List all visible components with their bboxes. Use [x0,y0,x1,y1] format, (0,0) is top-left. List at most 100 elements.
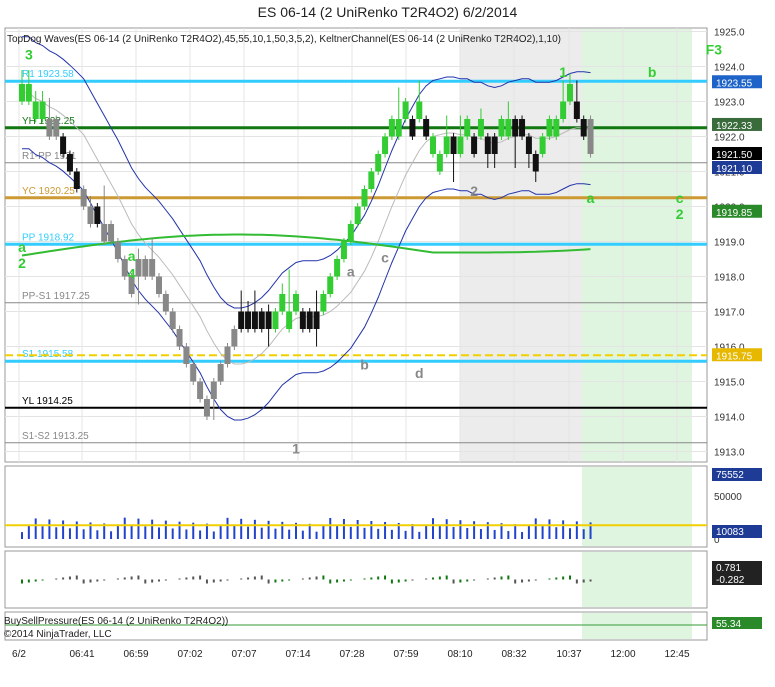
price-bar [443,136,450,154]
price-bar [217,364,224,382]
price-bar [368,171,375,189]
price-bar [19,84,25,102]
price-bar [53,119,60,137]
pressure-tag-label: 0.781 [716,563,741,574]
wave-label: a [128,248,136,264]
wave-label: c [676,190,684,206]
wave-label: 1 [292,440,300,456]
price-tag-label: 1922.33 [716,121,753,132]
price-bar [169,311,176,329]
price-bar [162,294,169,312]
price-bar [176,329,183,347]
price-bar [156,276,162,294]
y-tick-label: 1924.0 [714,63,745,74]
price-bar [39,101,46,119]
price-bar [457,136,464,154]
x-tick-label: 07:14 [285,649,310,660]
price-bar [395,119,402,137]
volume-tick-label: 50000 [714,492,742,503]
y-tick-label: 1918.0 [714,273,745,284]
price-bar [567,84,573,102]
bsp-shade [582,613,692,639]
price-bar [354,206,361,224]
wave-label: b [648,64,657,80]
x-tick-label: 6/2 [12,649,26,660]
level-label: R1 1923.58 [22,69,74,80]
price-tag-label: 1921.50 [716,150,753,161]
x-tick-label: 06:41 [69,649,94,660]
wave-label: 2 [676,206,684,222]
price-bar [498,119,505,137]
price-bar [464,119,471,137]
price-bar [361,189,368,207]
y-tick-label: 1915.0 [714,378,745,389]
price-bar [320,294,327,312]
price-bar [491,136,498,154]
wave-label: c [381,250,389,266]
price-bar [402,101,409,119]
chart-svg: 1913.01914.01915.01916.01917.01918.01919… [4,27,762,660]
price-bar [340,241,347,259]
y-tick-label: 1913.0 [714,448,745,459]
price-bar [258,311,265,329]
price-bar [477,119,484,137]
x-tick-label: 12:00 [610,649,635,660]
price-bar [94,206,101,224]
x-tick-label: 08:32 [501,649,526,660]
price-bar [580,119,587,137]
x-tick-label: 07:07 [231,649,256,660]
price-bar [560,101,567,119]
price-bar [375,154,382,172]
y-tick-label: 1923.0 [714,98,745,109]
bsp-tag-label: 55.34 [716,619,741,630]
price-bar [245,311,252,329]
price-bar [142,259,149,277]
x-tick-label: 07:02 [177,649,202,660]
price-bar [327,276,334,294]
y-tick-label: 1922.0 [714,133,745,144]
price-tag-label: 1915.75 [716,351,753,362]
price-bar [450,136,457,154]
x-tick-label: 07:28 [339,649,364,660]
y-tick-label: 1914.0 [714,413,745,424]
price-bar [114,241,121,259]
level-label: PP 1918.92 [22,232,75,243]
price-bar [334,259,341,277]
price-tag-label: 1919.85 [716,208,753,219]
price-bar [238,311,245,329]
price-bar [101,224,108,242]
wave-label: 3 [25,47,33,63]
price-bar [484,136,491,154]
price-bar [135,259,142,277]
level-label: S1-S2 1913.25 [22,431,89,442]
price-bar [149,259,156,277]
level-label: PP-S1 1917.25 [22,291,90,302]
level-label: YC 1920.25 [22,186,75,197]
price-bar [73,171,80,189]
price-bar [210,381,217,399]
price-bar [190,364,197,382]
price-bar [471,136,478,154]
pressure-shade [582,552,692,607]
indicator-label: TopDog Waves(ES 06-14 (2 UniRenko T2R4O2… [7,34,561,45]
price-bar [388,119,395,137]
bsp-label: BuySellPressure(ES 06-14 (2 UniRenko T2R… [4,616,228,627]
x-tick-label: 07:59 [393,649,418,660]
price-bar [272,311,279,329]
price-bar [197,381,204,399]
price-bar [46,119,53,137]
price-bar [279,294,286,312]
price-bar [286,311,293,329]
price-bar [306,311,313,329]
volume-shade [582,467,692,546]
price-bar [532,154,539,172]
price-bar [293,294,299,312]
wave-label: 4 [128,265,136,281]
price-bar [416,101,423,119]
price-bar [87,206,94,224]
price-bar [423,119,430,137]
price-bar [183,346,190,364]
price-bar [539,136,546,154]
price-bar [66,154,73,172]
price-bar [347,224,354,242]
